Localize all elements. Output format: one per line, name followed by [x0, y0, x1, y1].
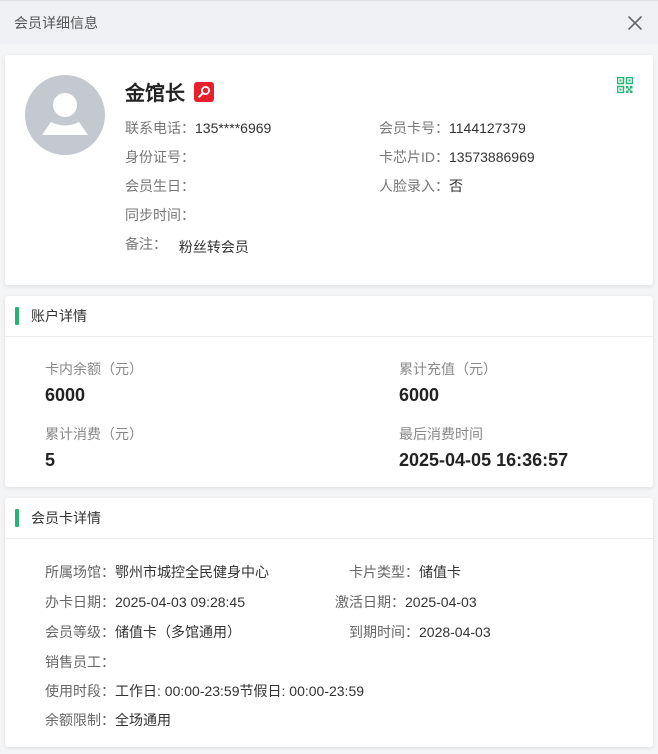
- period-row: 使用时段：工作日: 00:00-23:59节假日: 00:00-23:59: [45, 681, 364, 701]
- sync-row: 同步时间：: [125, 205, 195, 225]
- phone-row: 联系电话：135****6969: [125, 118, 271, 138]
- face-value: 否: [449, 178, 463, 194]
- section-accent-bar: [15, 509, 19, 527]
- phone-label: 联系电话：: [125, 120, 195, 136]
- venue-value: 鄂州市城控全民健身中心: [115, 564, 269, 580]
- search-icon: [198, 85, 210, 98]
- member-name: 金馆长: [125, 83, 185, 105]
- limit-label: 余额限制：: [45, 712, 115, 728]
- search-badge[interactable]: [194, 81, 214, 102]
- note-value: 粉丝转会员: [178, 239, 249, 255]
- modal-title: 会员详细信息: [14, 14, 98, 31]
- id-row: 身份证号：: [125, 147, 195, 167]
- spend-stat: 累计消费（元） 5: [45, 424, 143, 471]
- limit-value: 全场通用: [115, 712, 171, 728]
- chip-row: 卡芯片ID：13573886969: [379, 147, 535, 167]
- period-label: 使用时段：: [45, 683, 115, 699]
- activate-date-row: 激活日期：2025-04-03: [335, 592, 477, 612]
- card-body: 所属场馆：鄂州市城控全民健身中心 卡片类型：储值卡 办卡日期：2025-04-0…: [5, 539, 653, 747]
- activate-date-value: 2025-04-03: [405, 594, 477, 610]
- section-accent-bar: [15, 307, 19, 325]
- recharge-label: 累计充值（元）: [399, 361, 497, 377]
- spend-value: 5: [45, 450, 56, 470]
- venue-label: 所属场馆：: [45, 564, 115, 580]
- close-button[interactable]: [626, 14, 644, 32]
- card-section-header: 会员卡详情: [5, 498, 653, 539]
- birthday-row: 会员生日：: [125, 176, 195, 196]
- recharge-value: 6000: [399, 385, 440, 405]
- card-section-title: 会员卡详情: [31, 510, 101, 526]
- account-section-header: 账户详情: [5, 296, 653, 337]
- spend-label: 累计消费（元）: [45, 426, 143, 442]
- expire-value: 2028-04-03: [419, 624, 491, 640]
- face-row: 人脸录入：否: [379, 176, 463, 196]
- chip-label: 卡芯片ID：: [379, 149, 449, 165]
- close-icon: [628, 15, 642, 30]
- issue-date-row: 办卡日期：2025-04-03 09:28:45: [45, 592, 245, 612]
- card-no-value: 1144127379: [449, 120, 526, 136]
- sync-label: 同步时间：: [125, 207, 195, 223]
- member-card-details-card: 会员卡详情 所属场馆：鄂州市城控全民健身中心 卡片类型：储值卡 办卡日期：202…: [5, 498, 653, 747]
- issue-date-label: 办卡日期：: [45, 594, 115, 610]
- birthday-label: 会员生日：: [125, 178, 195, 194]
- account-body: 卡内余额（元） 6000 累计充值（元） 6000 累计消费（元） 5 最后消费…: [5, 337, 653, 487]
- account-details-card: 账户详情 卡内余额（元） 6000 累计充值（元） 6000 累计消费（元） 5…: [5, 296, 653, 487]
- expire-label: 到期时间：: [349, 624, 419, 640]
- account-section-title: 账户详情: [31, 308, 87, 324]
- venue-row: 所属场馆：鄂州市城控全民健身中心: [45, 562, 269, 582]
- card-type-row: 卡片类型：储值卡: [349, 562, 461, 582]
- period-value: 工作日: 00:00-23:59节假日: 00:00-23:59: [115, 683, 365, 699]
- sales-row: 销售员工：: [45, 652, 115, 672]
- user-icon: [42, 93, 88, 135]
- activate-date-label: 激活日期：: [335, 594, 405, 610]
- last-spend-label: 最后消费时间: [399, 426, 483, 442]
- recharge-stat: 累计充值（元） 6000: [399, 359, 497, 406]
- balance-stat: 卡内余额（元） 6000: [45, 359, 143, 406]
- issue-date-value: 2025-04-03 09:28:45: [115, 594, 245, 610]
- card-no-row: 会员卡号：1144127379: [379, 118, 526, 138]
- balance-value: 6000: [45, 385, 86, 405]
- level-label: 会员等级：: [45, 624, 115, 640]
- phone-value: 135****6969: [195, 120, 272, 136]
- avatar: [25, 75, 105, 155]
- note-row: 备注： 粉丝转会员: [125, 234, 249, 255]
- card-type-label: 卡片类型：: [349, 564, 419, 580]
- card-type-value: 储值卡: [419, 564, 461, 580]
- qr-code-icon[interactable]: [616, 76, 634, 94]
- note-label: 备注：: [125, 236, 167, 252]
- id-label: 身份证号：: [125, 149, 195, 165]
- modal-header: 会员详细信息: [0, 0, 658, 44]
- face-label: 人脸录入：: [379, 178, 449, 194]
- card-no-label: 会员卡号：: [379, 120, 449, 136]
- level-value: 储值卡（多馆通用）: [115, 624, 241, 640]
- balance-label: 卡内余额（元）: [45, 361, 143, 377]
- level-row: 会员等级：储值卡（多馆通用）: [45, 622, 241, 642]
- sales-label: 销售员工：: [45, 654, 115, 670]
- last-spend-value: 2025-04-05 16:36:57: [399, 450, 569, 470]
- limit-row: 余额限制：全场通用: [45, 710, 171, 730]
- chip-value: 13573886969: [449, 149, 535, 165]
- last-spend-stat: 最后消费时间 2025-04-05 16:36:57: [399, 424, 568, 471]
- expire-row: 到期时间：2028-04-03: [349, 622, 491, 642]
- member-name-row: 金馆长: [125, 77, 214, 106]
- member-profile-card: 金馆长 联系电话：135****6969 会员卡号：1144127379 身份证…: [5, 55, 653, 285]
